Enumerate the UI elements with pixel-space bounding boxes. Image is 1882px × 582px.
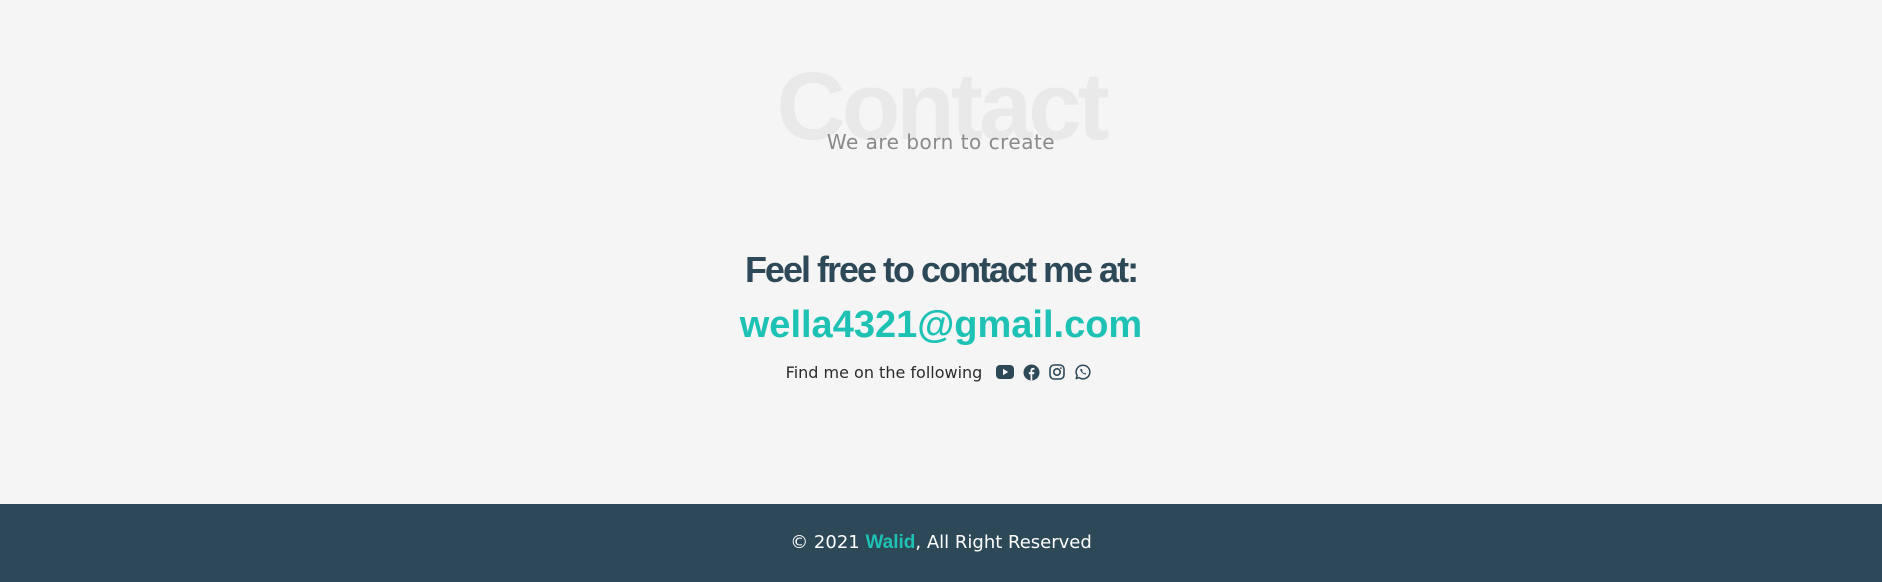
footer: © 2021 Walid, All Right Reserved bbox=[0, 504, 1882, 582]
youtube-icon[interactable] bbox=[995, 362, 1015, 382]
social-row: Find me on the following bbox=[0, 362, 1882, 382]
whatsapp-icon[interactable] bbox=[1073, 362, 1093, 382]
contact-section: Contact We are born to create Feel free … bbox=[0, 0, 1882, 504]
instagram-icon[interactable] bbox=[1047, 362, 1067, 382]
copyright-text: © 2021 Walid, All Right Reserved bbox=[790, 532, 1092, 554]
copyright-prefix: © 2021 bbox=[790, 532, 866, 553]
email-link[interactable]: wella4321@gmail.com bbox=[0, 304, 1882, 347]
facebook-icon[interactable] bbox=[1021, 362, 1041, 382]
find-me-text: Find me on the following bbox=[785, 362, 983, 382]
section-subtitle: We are born to create bbox=[826, 130, 1056, 154]
copyright-suffix: , All Right Reserved bbox=[915, 532, 1092, 553]
brand-name: Walid bbox=[865, 532, 916, 553]
contact-heading: Feel free to contact me at: bbox=[744, 249, 1139, 290]
